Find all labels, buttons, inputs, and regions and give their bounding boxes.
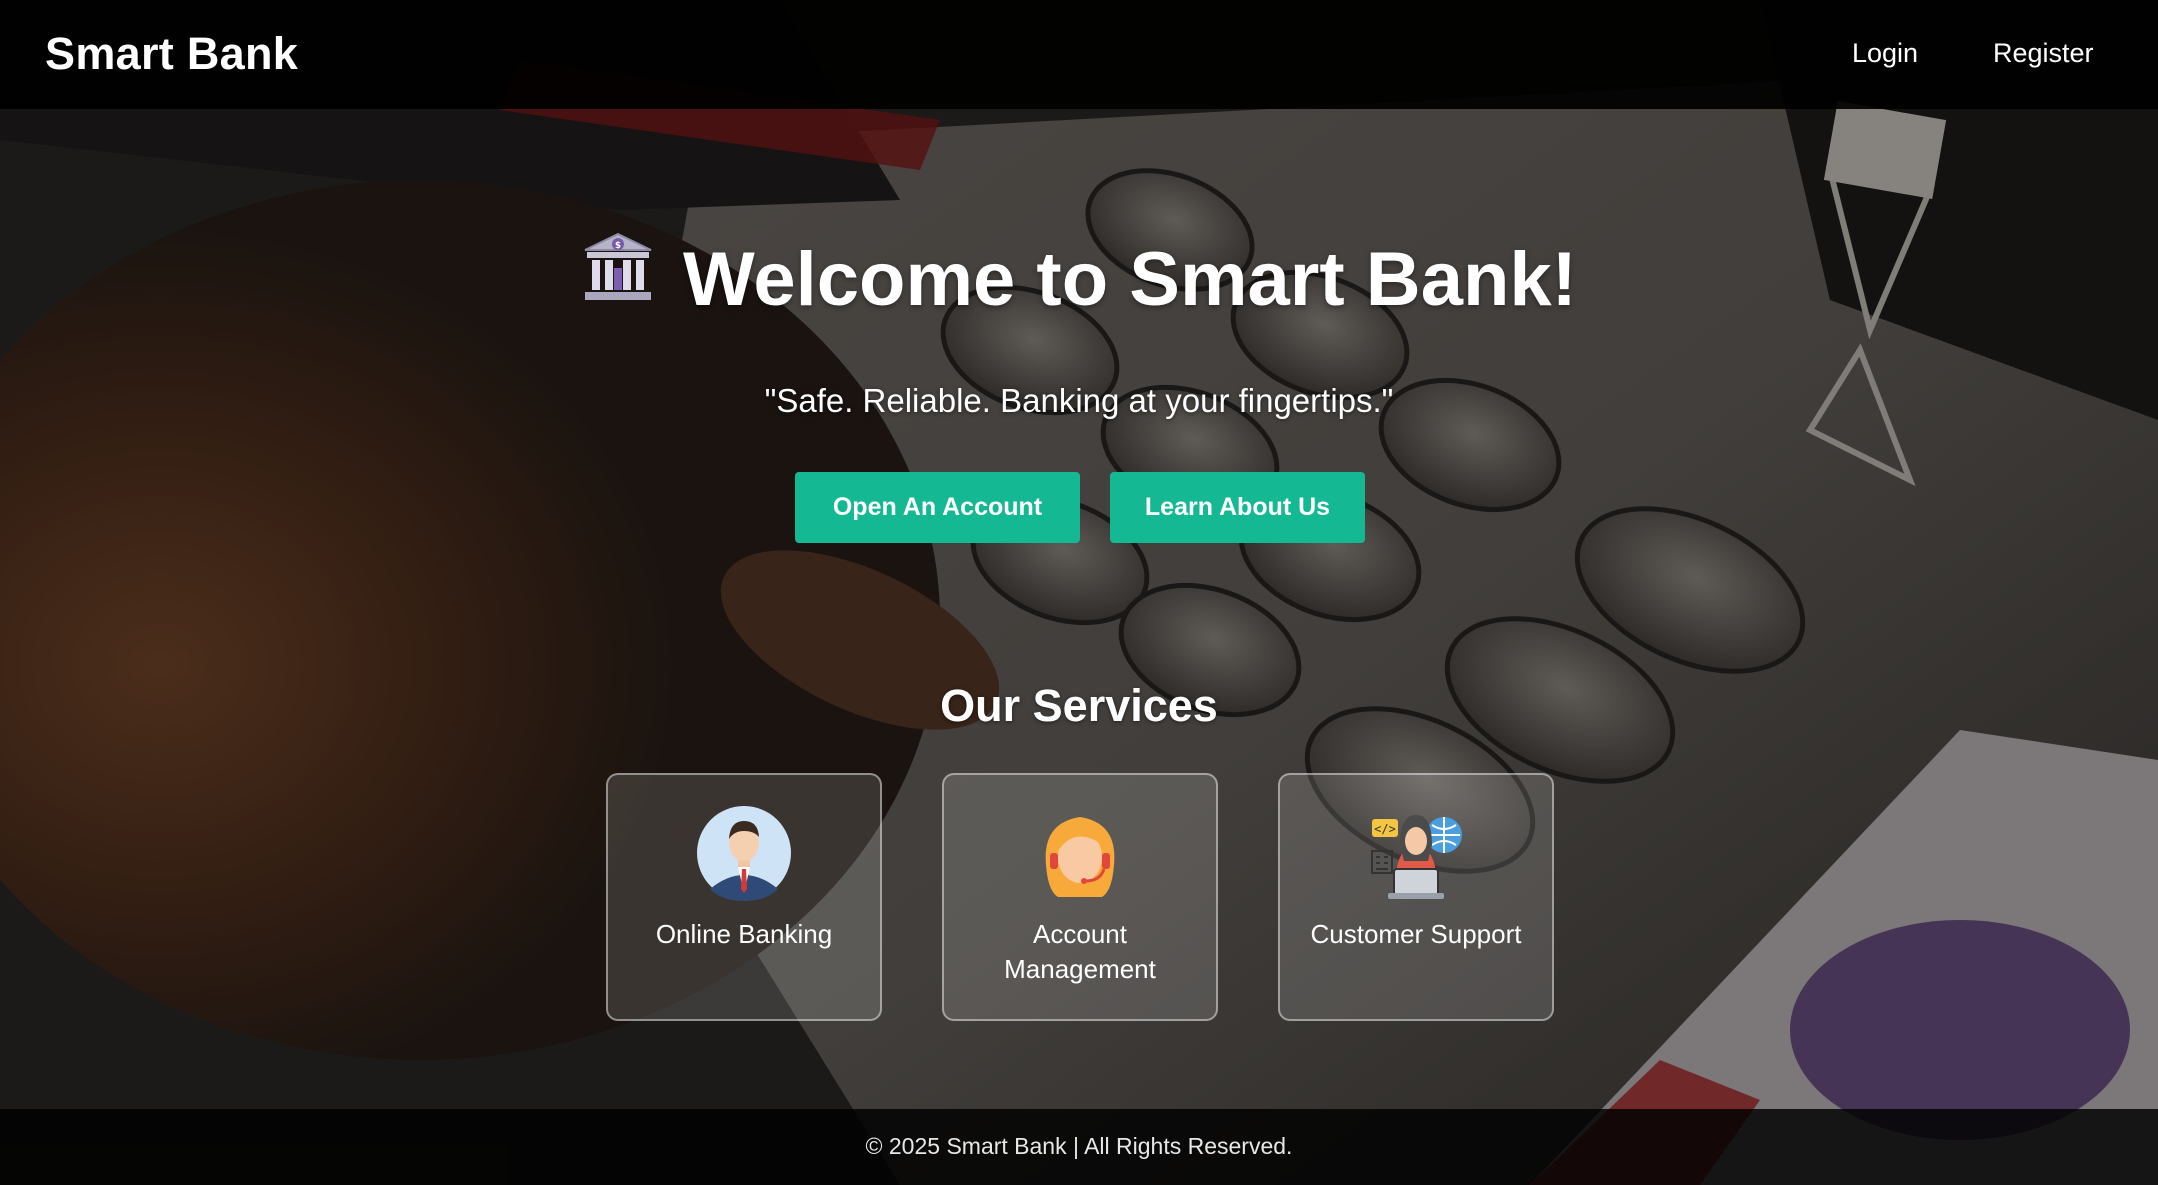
svg-text:</>: </> xyxy=(1374,822,1396,836)
footer: © 2025 Smart Bank | All Rights Reserved. xyxy=(0,1109,2158,1185)
service-label-online-banking: Online Banking xyxy=(655,919,833,949)
footer-copyright: © 2025 Smart Bank | All Rights Reserved. xyxy=(865,1133,1293,1159)
navbar: Smart Bank Login Register xyxy=(0,0,2158,109)
businessman-avatar-icon xyxy=(697,806,791,901)
learn-about-us-button[interactable]: Learn About Us xyxy=(1110,472,1365,543)
hero-title-text: Welcome to Smart Bank! xyxy=(683,237,1577,322)
service-card-online-banking[interactable]: Online Banking xyxy=(606,773,882,1021)
open-account-button[interactable]: Open An Account xyxy=(795,472,1080,543)
service-label-account-management: Account Management xyxy=(1004,919,1156,984)
hacker-laptop-globe-icon: </> xyxy=(1371,815,1462,899)
nav-register-link[interactable]: Register xyxy=(1993,38,2094,69)
support-agent-headset-icon xyxy=(1045,817,1115,897)
services-heading: Our Services xyxy=(940,680,1218,731)
service-label-customer-support: Customer Support xyxy=(1310,919,1522,949)
service-card-customer-support[interactable]: </> Customer Support xyxy=(1278,773,1554,1021)
service-card-account-management[interactable]: Account Management xyxy=(942,773,1218,1021)
svg-text:$: $ xyxy=(615,241,621,251)
hero-tagline: "Safe. Reliable. Banking at your fingert… xyxy=(764,382,1394,419)
brand-logo-text[interactable]: Smart Bank xyxy=(45,28,298,80)
page: Smart Bank Login Register $ Welcome to S… xyxy=(0,0,2158,1185)
hero-title: $ Welcome to Smart Bank! xyxy=(0,232,2158,330)
nav-login-link[interactable]: Login xyxy=(1852,38,1918,69)
bank-building-icon: $ xyxy=(581,232,655,322)
